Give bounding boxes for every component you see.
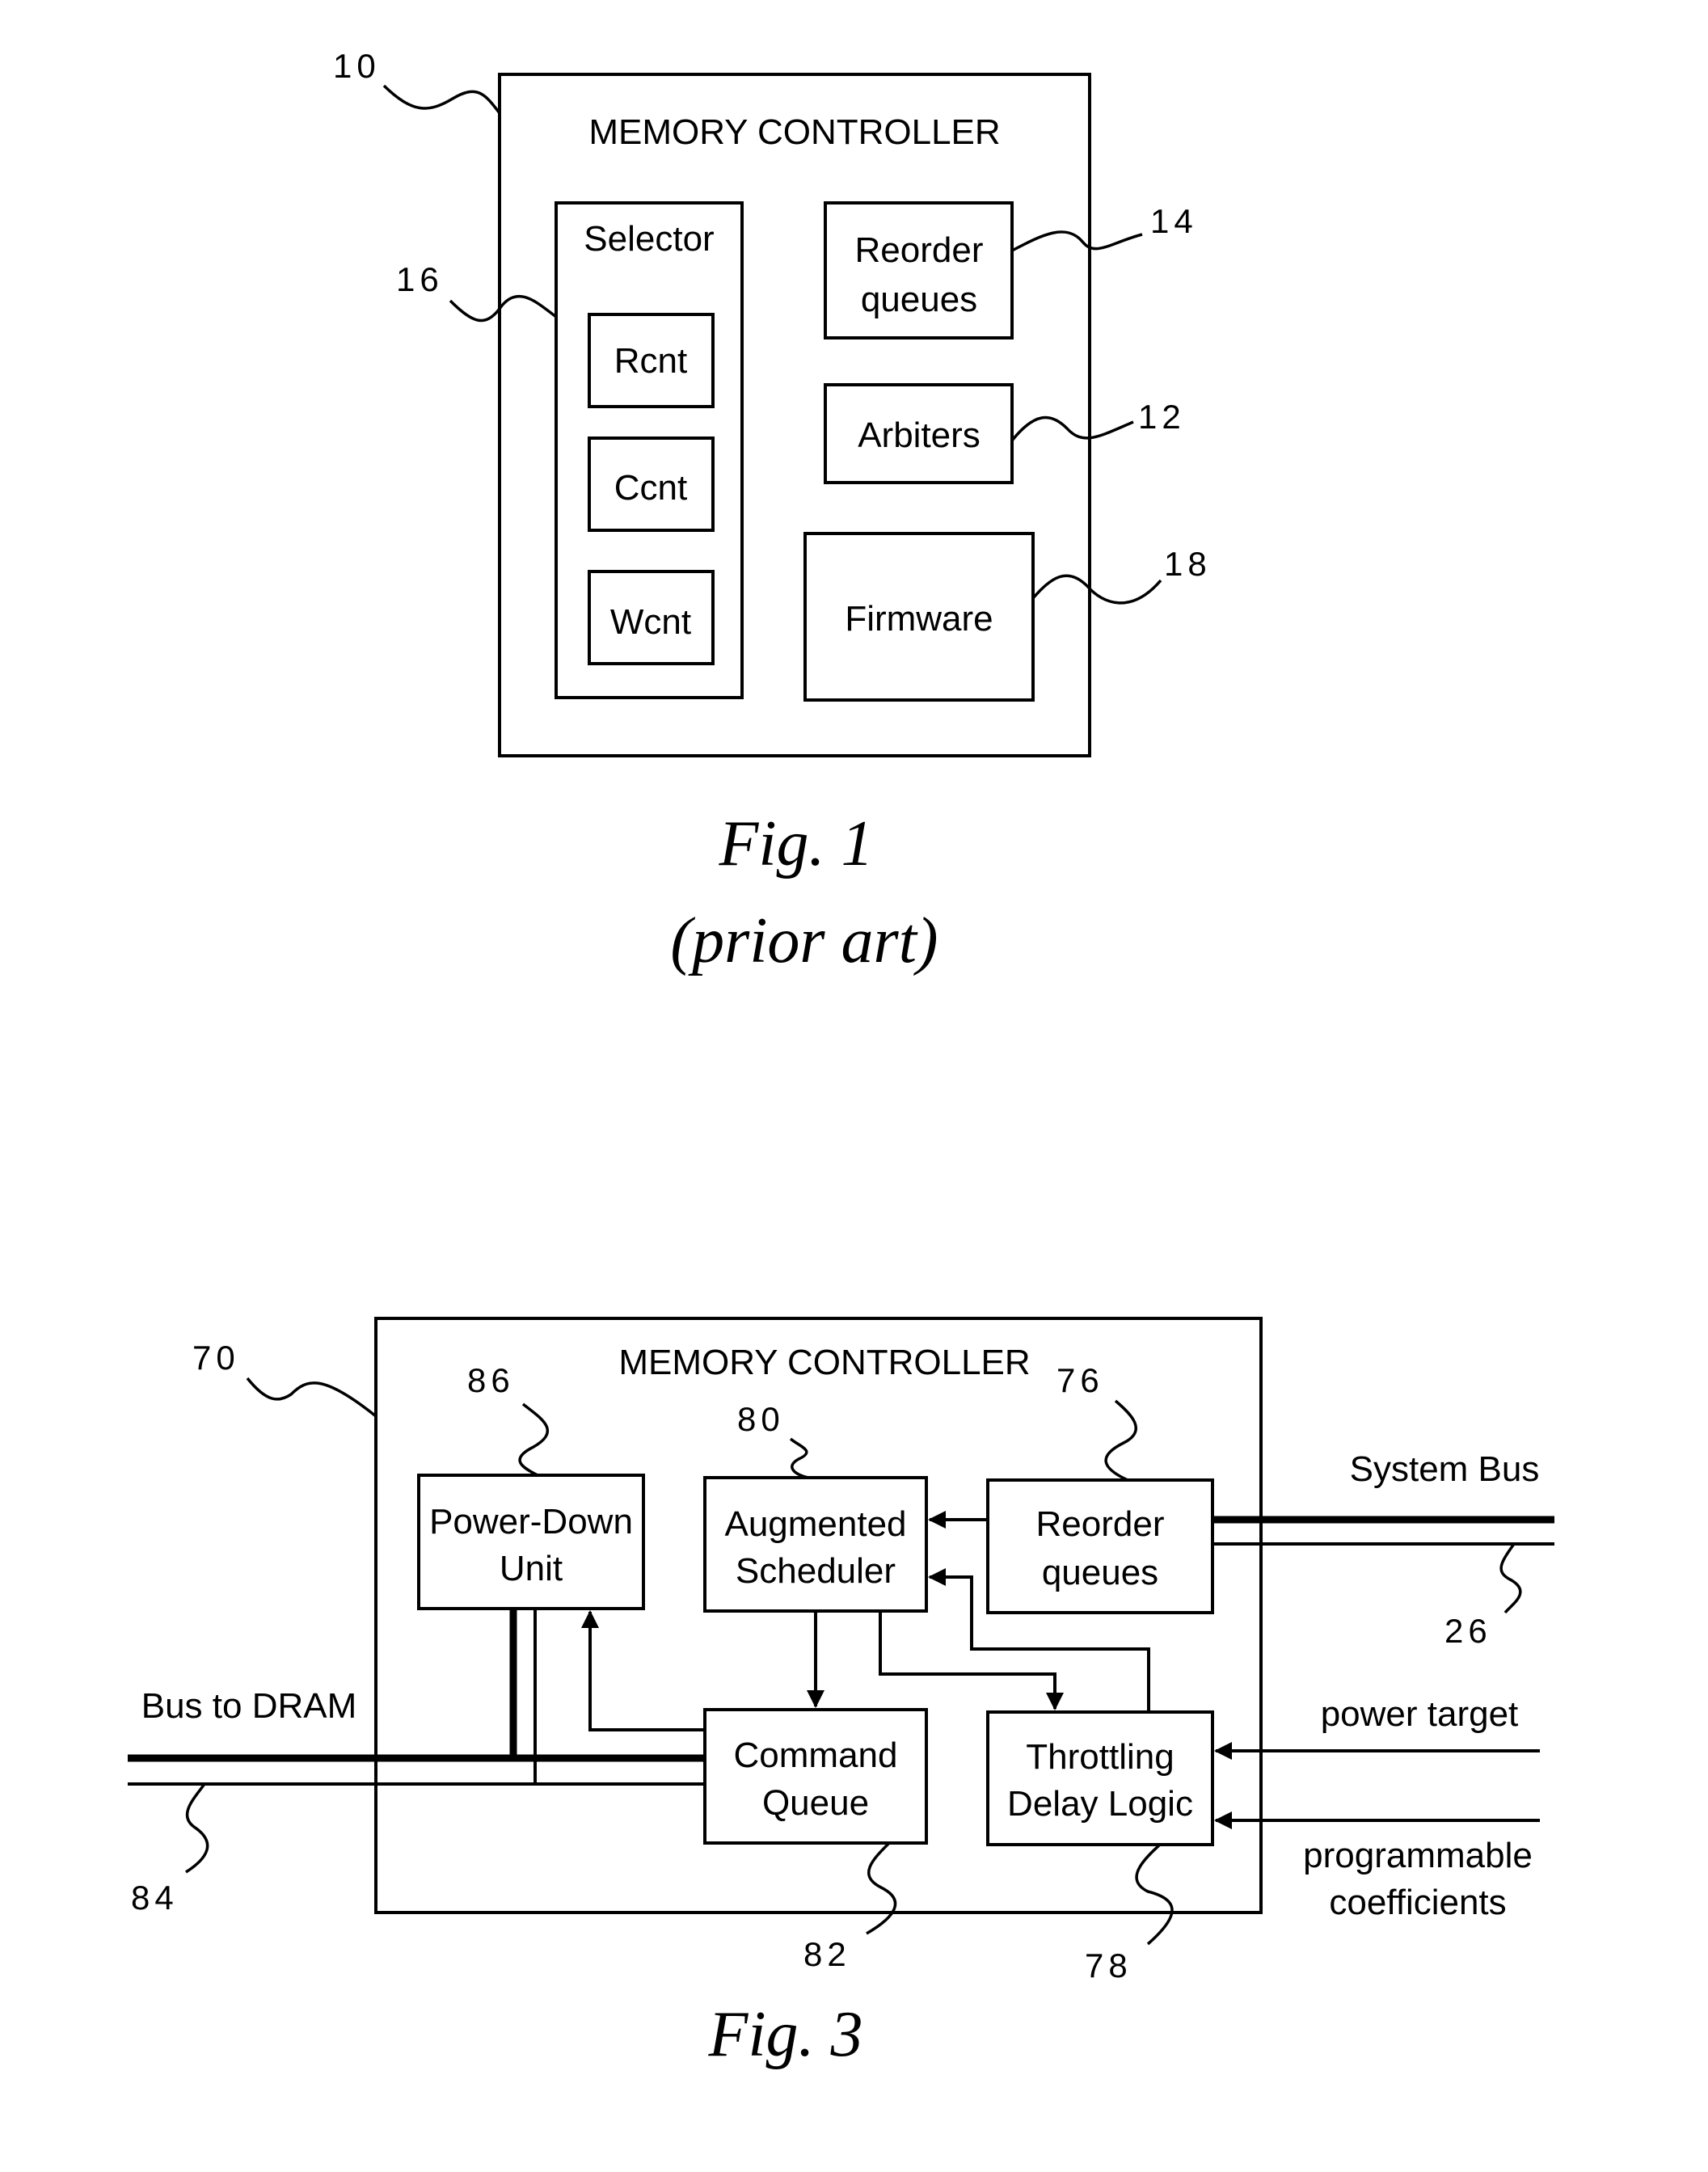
bus-to-dram-label: Bus to DRAM [141,1686,357,1726]
lead-line-10 [382,84,501,115]
reorder-label-2: queues [861,280,977,319]
selector-label: Selector [584,219,714,259]
augmented-scheduler-box [703,1476,928,1613]
ccnt-label: Ccnt [614,468,687,508]
ref-16: 16 [396,260,444,298]
lead-line-84 [185,1782,209,1874]
coefficients-label-2: coefficients [1329,1883,1506,1922]
reorder-label-fig3-1: Reorder [1036,1504,1165,1544]
reorder-queues-box-fig3 [986,1478,1214,1614]
arbiters-label: Arbiters [858,415,981,455]
ref-84: 84 [131,1879,179,1917]
memory-controller-title-fig3: MEMORY CONTROLLER [618,1343,1030,1382]
throttling-label-2: Delay Logic [1007,1784,1193,1824]
fig1-caption: Fig. 1 [718,808,873,879]
figure-1: MEMORY CONTROLLER Selector Rcnt Ccnt Wcn… [333,47,1212,976]
command-queue-label-1: Command [734,1735,898,1775]
ref-18: 18 [1164,545,1212,583]
lead-line-70 [246,1377,377,1418]
reorder-label-fig3-2: queues [1042,1553,1158,1592]
command-queue-box [703,1708,928,1845]
scheduler-label-2: Scheduler [736,1551,896,1591]
firmware-label: Firmware [845,599,993,639]
ref-76: 76 [1056,1361,1104,1399]
fig1-subcaption: (prior art) [670,905,938,976]
ref-26: 26 [1444,1612,1492,1650]
ref-14: 14 [1150,202,1198,240]
patent-figure-sheet: MEMORY CONTROLLER Selector Rcnt Ccnt Wcn… [128,47,1554,2070]
ref-82: 82 [803,1935,851,1973]
coefficients-label-1: programmable [1303,1836,1533,1875]
power-down-label-2: Unit [500,1549,563,1588]
throttling-delay-logic-box [986,1710,1214,1846]
memory-controller-title: MEMORY CONTROLLER [588,112,1000,152]
lead-line-26 [1499,1542,1522,1614]
throttling-label-1: Throttling [1026,1737,1174,1777]
ref-80: 80 [737,1400,785,1438]
reorder-label-1: Reorder [855,230,984,270]
command-queue-label-2: Queue [762,1783,869,1823]
scheduler-label-1: Augmented [724,1504,906,1544]
ref-70: 70 [192,1339,240,1377]
ref-86: 86 [467,1361,515,1399]
rcnt-label: Rcnt [614,341,687,381]
power-down-unit-box [417,1474,645,1610]
ref-12: 12 [1138,398,1186,436]
system-bus-label: System Bus [1350,1449,1540,1489]
fig3-caption: Fig. 3 [707,1999,862,2070]
ref-78: 78 [1085,1946,1132,1984]
power-down-label-1: Power-Down [429,1502,633,1541]
figure-3: MEMORY CONTROLLER Power-Down Unit Augmen… [128,1317,1554,2070]
wcnt-label: Wcnt [610,602,691,642]
power-target-label: power target [1321,1694,1519,1734]
ref-10: 10 [333,47,381,85]
